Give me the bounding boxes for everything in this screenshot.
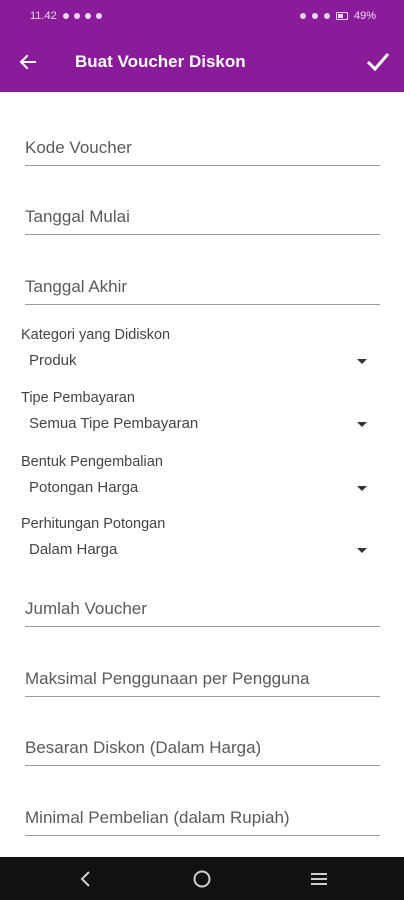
perhitungan-potongan-dropdown[interactable]: Dalam Harga (21, 537, 373, 565)
besaran-diskon-input[interactable] (25, 731, 380, 766)
nav-back-button[interactable] (56, 857, 116, 900)
battery-icon (335, 12, 348, 20)
bentuk-pengembalian-label: Bentuk Pengembalian (21, 454, 163, 470)
back-button[interactable] (14, 48, 42, 76)
notification-icon (84, 13, 91, 19)
page-title: Buat Voucher Diskon (75, 52, 246, 71)
caret-down-icon (357, 422, 367, 427)
tipe-pembayaran-label: Tipe Pembayaran (21, 390, 135, 406)
status-time: 11.42 (30, 10, 57, 22)
minimal-pembelian-input[interactable] (25, 801, 380, 836)
kategori-dropdown[interactable]: Produk (21, 348, 373, 376)
bentuk-pengembalian-value: Potongan Harga (29, 479, 139, 496)
caret-down-icon (357, 548, 367, 553)
location-icon (311, 13, 318, 19)
arrow-left-icon (19, 54, 36, 70)
status-right: 49% (299, 10, 376, 22)
save-button[interactable] (362, 46, 394, 78)
app-bar: Buat Voucher Diskon (0, 34, 404, 92)
kategori-value: Produk (29, 352, 77, 369)
perhitungan-potongan-value: Dalam Harga (29, 541, 118, 558)
perhitungan-potongan-label: Perhitungan Potongan (21, 516, 166, 532)
kode-voucher-input[interactable] (25, 131, 380, 166)
notification-icon (62, 13, 69, 19)
tanggal-akhir-input[interactable] (25, 270, 380, 305)
jumlah-voucher-input[interactable] (25, 592, 380, 627)
maksimal-penggunaan-input[interactable] (25, 662, 380, 697)
notification-icon (73, 13, 80, 19)
caret-down-icon (357, 486, 367, 491)
notification-icon (95, 13, 102, 19)
system-nav-bar (0, 857, 404, 900)
status-bar: 11.42 49% (0, 0, 404, 34)
menu-lines-icon (311, 872, 327, 885)
tipe-pembayaran-value: Semua Tipe Pembayaran (29, 415, 199, 432)
check-icon (366, 53, 390, 72)
home-circle-icon (193, 870, 211, 887)
app-header: 11.42 49% Buat Voucher Diskon (0, 0, 404, 92)
caret-down-icon (357, 359, 367, 364)
chevron-left-icon (80, 870, 90, 887)
tanggal-mulai-input[interactable] (25, 200, 380, 235)
kategori-label: Kategori yang Didiskon (21, 327, 171, 343)
notification-icons (62, 13, 102, 19)
wifi-icon (323, 13, 330, 19)
tipe-pembayaran-dropdown[interactable]: Semua Tipe Pembayaran (21, 411, 373, 439)
signal-icon (299, 13, 306, 19)
nav-recents-button[interactable] (289, 857, 349, 900)
status-left: 11.42 (30, 10, 102, 22)
nav-home-button[interactable] (172, 857, 232, 900)
battery-level: 49% (353, 10, 376, 22)
bentuk-pengembalian-dropdown[interactable]: Potongan Harga (21, 475, 373, 503)
